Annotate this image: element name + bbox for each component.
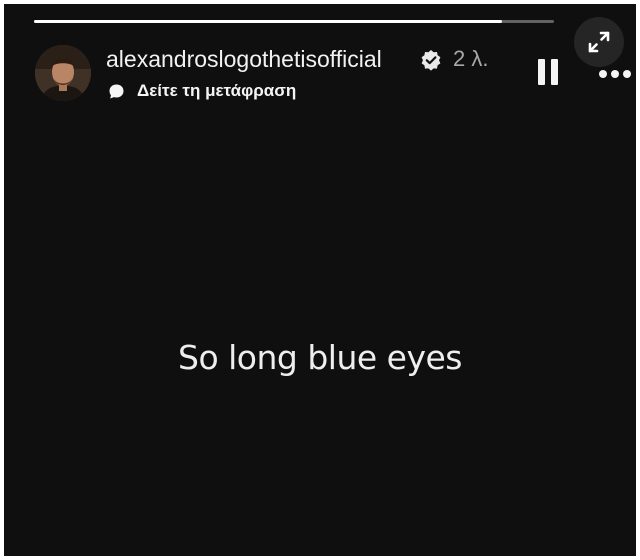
story-viewer: alexandroslogothetisofficial 2 λ. Δείτε … xyxy=(4,4,636,556)
verified-badge-icon xyxy=(421,50,441,71)
see-translation-link[interactable]: Δείτε τη μετάφραση xyxy=(108,79,296,103)
expand-icon xyxy=(588,31,610,53)
username[interactable]: alexandroslogothetisofficial xyxy=(106,44,382,74)
avatar-photo xyxy=(35,45,91,101)
speech-bubble-icon xyxy=(109,84,124,98)
story-text: So long blue eyes xyxy=(178,338,463,377)
pause-button[interactable] xyxy=(534,57,564,89)
see-translation-label: Δείτε τη μετάφραση xyxy=(137,81,297,100)
expand-button[interactable] xyxy=(574,17,624,67)
story-progress-bar xyxy=(34,20,554,23)
avatar[interactable] xyxy=(35,45,91,101)
story-progress-fill xyxy=(34,20,502,23)
post-timestamp: 2 λ. xyxy=(453,46,489,71)
